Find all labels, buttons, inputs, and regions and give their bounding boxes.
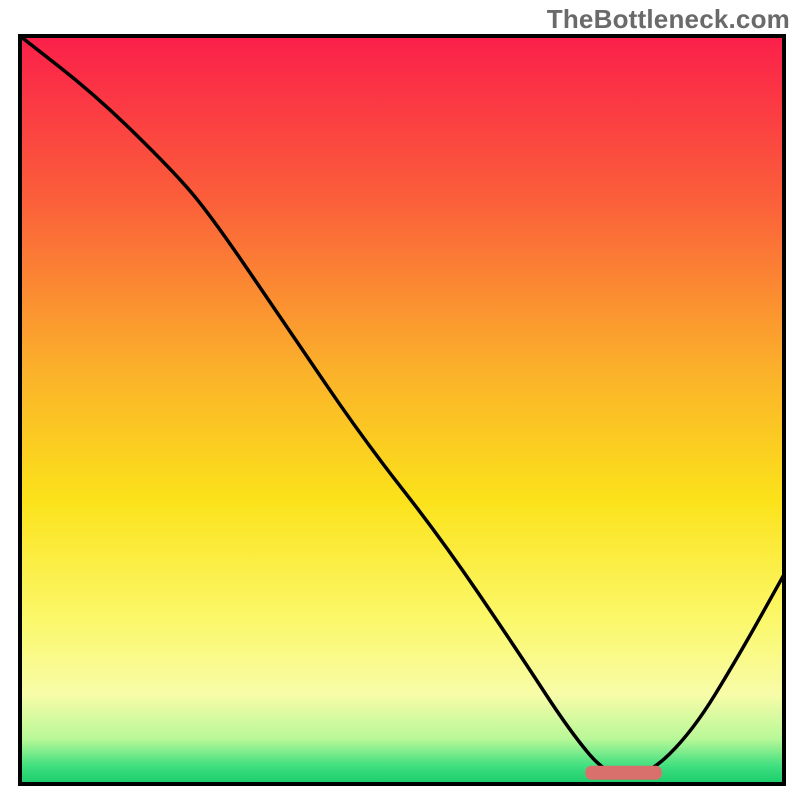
optimal-zone-bar	[585, 766, 661, 780]
watermark-text: TheBottleneck.com	[547, 4, 790, 35]
plot-background	[20, 36, 784, 784]
bottleneck-chart	[0, 0, 800, 800]
chart-stage: TheBottleneck.com	[0, 0, 800, 800]
